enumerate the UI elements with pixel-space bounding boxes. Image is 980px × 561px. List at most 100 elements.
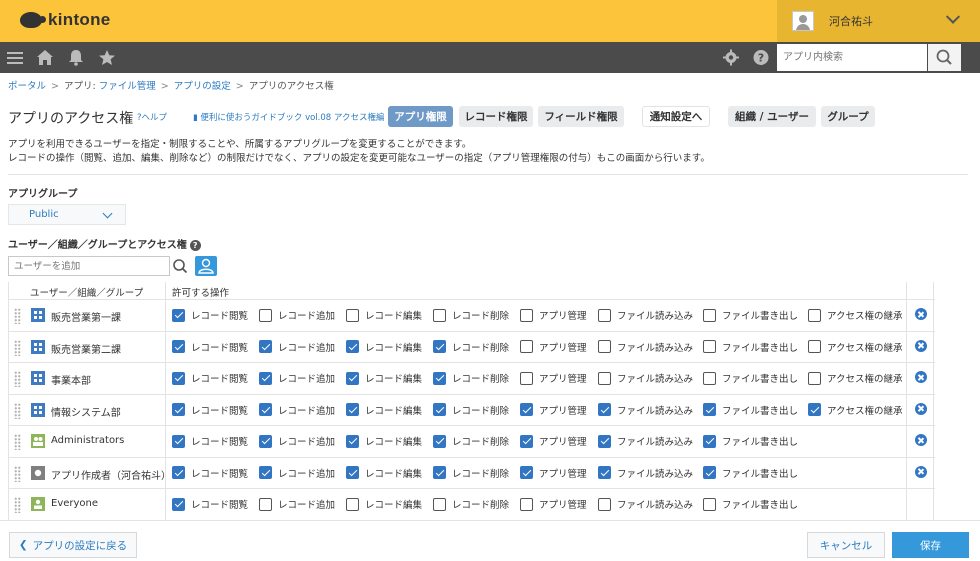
permission-checkbox[interactable]: レコード編集 — [346, 340, 422, 354]
home-icon[interactable] — [36, 49, 54, 66]
remove-row-icon[interactable] — [915, 402, 927, 415]
tab-app-permissions[interactable]: アプリ権限 — [388, 106, 453, 127]
permission-checkbox[interactable]: アプリ管理 — [520, 403, 587, 417]
permission-checkbox[interactable]: レコード編集 — [346, 434, 422, 448]
permission-checkbox[interactable]: ファイル読み込み — [598, 497, 693, 511]
kintone-logo[interactable]: kintone — [20, 10, 111, 30]
permission-checkbox[interactable]: レコード削除 — [433, 466, 509, 480]
user-menu[interactable]: 河合祐斗 — [777, 0, 980, 42]
tab-record-permissions[interactable]: レコード権限 — [459, 106, 533, 127]
permission-checkbox[interactable]: レコード削除 — [433, 434, 509, 448]
permission-checkbox[interactable]: レコード追加 — [259, 403, 335, 417]
permission-checkbox[interactable]: アクセス権の継承 — [808, 371, 903, 385]
permission-checkbox[interactable]: レコード削除 — [433, 403, 509, 417]
help-icon[interactable]: ? — [752, 49, 770, 66]
tab-group[interactable]: グループ — [821, 106, 875, 127]
permission-checkbox[interactable]: ファイル書き出し — [703, 403, 798, 417]
cancel-button[interactable]: キャンセル — [807, 532, 885, 558]
permission-checkbox[interactable]: レコード追加 — [259, 497, 335, 511]
permission-label: ファイル書き出し — [722, 342, 799, 354]
permission-checkbox[interactable]: アプリ管理 — [520, 308, 587, 322]
permission-checkbox[interactable]: レコード編集 — [346, 308, 422, 322]
permission-checkbox[interactable]: レコード削除 — [433, 308, 509, 322]
help-link[interactable]: ?ヘルプ — [137, 111, 167, 123]
permission-checkbox[interactable]: レコード閲覧 — [172, 434, 248, 448]
permission-checkbox[interactable]: ファイル書き出し — [703, 340, 798, 354]
permission-checkbox[interactable]: レコード閲覧 — [172, 308, 248, 322]
drag-handle[interactable] — [14, 434, 21, 450]
drag-handle[interactable] — [14, 497, 21, 513]
bell-icon[interactable] — [67, 49, 85, 66]
permission-checkbox[interactable]: レコード編集 — [346, 497, 422, 511]
permission-checkbox[interactable]: レコード削除 — [433, 497, 509, 511]
permission-checkbox[interactable]: レコード閲覧 — [172, 403, 248, 417]
permission-checkbox[interactable]: レコード閲覧 — [172, 466, 248, 480]
save-button[interactable]: 保存 — [892, 532, 969, 558]
star-icon[interactable] — [98, 49, 116, 66]
permission-checkbox[interactable]: ファイル読み込み — [598, 434, 693, 448]
app-search-input[interactable] — [777, 44, 927, 71]
gear-icon[interactable] — [722, 49, 740, 66]
app-group-select[interactable]: Public — [8, 204, 126, 225]
drag-handle[interactable] — [14, 371, 21, 387]
permission-checkbox[interactable]: アプリ管理 — [520, 371, 587, 385]
permission-checkbox[interactable]: レコード閲覧 — [172, 497, 248, 511]
permission-checkbox[interactable]: レコード追加 — [259, 466, 335, 480]
permission-checkbox[interactable]: アプリ管理 — [520, 434, 587, 448]
question-icon[interactable]: ? — [189, 239, 201, 251]
permission-checkbox[interactable]: アクセス権の継承 — [808, 403, 903, 417]
remove-row-icon[interactable] — [915, 465, 927, 478]
remove-row-icon[interactable] — [915, 308, 927, 320]
permission-checkbox[interactable]: レコード編集 — [346, 466, 422, 480]
permission-checkbox[interactable]: レコード削除 — [433, 340, 509, 354]
permission-checkbox[interactable]: レコード編集 — [346, 371, 422, 385]
user-picker-button[interactable] — [195, 256, 217, 276]
permission-label: ファイル読み込み — [617, 468, 694, 480]
drag-handle[interactable] — [14, 308, 21, 324]
permission-checkbox[interactable]: ファイル書き出し — [703, 434, 798, 448]
drag-handle[interactable] — [14, 465, 21, 482]
permission-checkbox[interactable]: ファイル読み込み — [598, 403, 693, 417]
guidebook-link[interactable]: ▮ 便利に使おうガイドブック vol.08 アクセス権編 — [193, 111, 384, 123]
checkbox-checked-icon — [259, 466, 272, 479]
permission-checkbox[interactable]: アプリ管理 — [520, 340, 587, 354]
back-to-settings-button[interactable]: ❮ アプリの設定に戻る — [9, 532, 137, 558]
permission-checkbox[interactable]: レコード追加 — [259, 434, 335, 448]
tab-field-permissions[interactable]: フィールド権限 — [538, 106, 624, 127]
permission-checkbox[interactable]: ファイル読み込み — [598, 466, 693, 480]
permission-label: アクセス権の継承 — [827, 342, 903, 354]
breadcrumb-portal[interactable]: ポータル — [8, 81, 46, 92]
breadcrumb-app[interactable]: ファイル管理 — [99, 81, 156, 92]
add-user-input[interactable] — [8, 256, 170, 276]
drag-handle[interactable] — [14, 402, 21, 419]
permission-checkbox[interactable]: レコード閲覧 — [172, 371, 248, 385]
breadcrumb-settings[interactable]: アプリの設定 — [174, 81, 231, 92]
permission-checkbox[interactable]: レコード追加 — [259, 340, 335, 354]
permission-checkbox[interactable]: ファイル読み込み — [598, 340, 693, 354]
permission-checkbox[interactable]: ファイル書き出し — [703, 371, 798, 385]
remove-row-icon[interactable] — [915, 339, 927, 352]
permission-checkbox[interactable]: アプリ管理 — [520, 466, 587, 480]
permission-checkbox[interactable]: レコード追加 — [259, 308, 335, 322]
notification-settings-link[interactable]: 通知設定へ — [642, 106, 710, 127]
tab-org-user[interactable]: 組織 / ユーザー — [728, 106, 816, 127]
permission-checkbox[interactable]: ファイル書き出し — [703, 466, 798, 480]
permission-checkbox[interactable]: レコード削除 — [433, 371, 509, 385]
permission-checkbox[interactable]: ファイル読み込み — [598, 371, 693, 385]
menu-icon[interactable] — [6, 49, 24, 66]
permission-checkbox[interactable]: レコード編集 — [346, 403, 422, 417]
search-button[interactable] — [928, 44, 961, 71]
permission-checkbox[interactable]: アクセス権の継承 — [808, 308, 903, 322]
permission-checkbox[interactable]: レコード閲覧 — [172, 340, 248, 354]
remove-row-icon[interactable] — [915, 434, 927, 446]
permission-checkbox[interactable]: ファイル読み込み — [598, 308, 693, 322]
permission-checkbox[interactable]: ファイル書き出し — [703, 308, 798, 322]
permission-checkbox[interactable]: アプリ管理 — [520, 497, 587, 511]
permission-label: レコード編集 — [365, 342, 423, 354]
permission-checkbox[interactable]: アクセス権の継承 — [808, 340, 903, 354]
drag-handle[interactable] — [14, 339, 21, 356]
permission-checkbox[interactable]: ファイル書き出し — [703, 497, 798, 511]
add-user-search-button[interactable] — [170, 256, 190, 276]
permission-checkbox[interactable]: レコード追加 — [259, 371, 335, 385]
remove-row-icon[interactable] — [915, 371, 927, 383]
